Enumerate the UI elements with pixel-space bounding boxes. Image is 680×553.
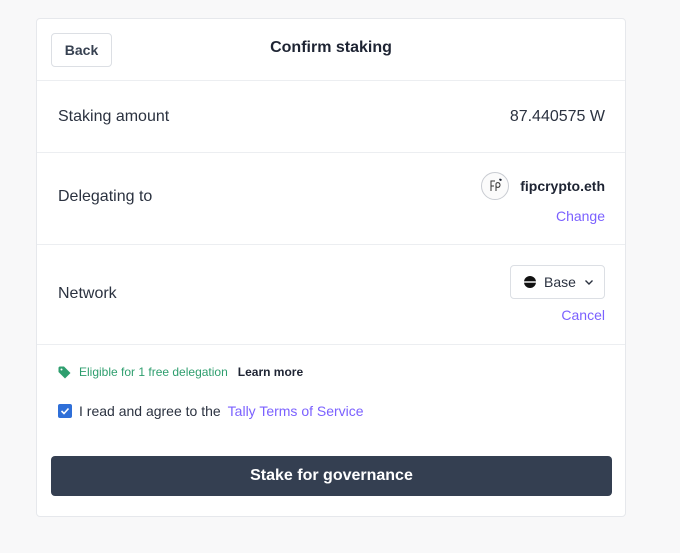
staking-amount-row: Staking amount 87.440575 W xyxy=(37,81,625,153)
cancel-network-link[interactable]: Cancel xyxy=(561,307,605,323)
change-delegate-link[interactable]: Change xyxy=(556,208,605,224)
delegate-avatar xyxy=(481,172,509,200)
network-select[interactable]: Base xyxy=(510,265,605,299)
network-selected-value: Base xyxy=(544,274,576,290)
chevron-down-icon xyxy=(584,280,593,285)
network-label: Network xyxy=(58,285,117,302)
learn-more-link[interactable]: Learn more xyxy=(238,365,303,379)
fip-avatar-with-bird-icon xyxy=(490,178,502,191)
staking-amount-value: 87.440575 W xyxy=(509,108,605,125)
base-logo-icon xyxy=(524,276,536,288)
terms-agreement: I read and agree to the Tally Terms of S… xyxy=(58,403,364,419)
eligibility-text: Eligible for 1 free delegation xyxy=(79,365,228,379)
terms-prefix-text: I read and agree to the xyxy=(79,403,221,419)
terms-of-service-link[interactable]: Tally Terms of Service xyxy=(228,403,364,419)
staking-confirm-card: Back Confirm staking Staking amount 87.4… xyxy=(36,18,626,517)
staking-amount-label: Staking amount xyxy=(58,108,170,125)
card-header: Back Confirm staking xyxy=(37,19,625,81)
stake-for-governance-button[interactable]: Stake for governance xyxy=(51,456,612,496)
page-title: Confirm staking xyxy=(270,39,392,56)
delegate-row: Delegating to fipcrypto.eth Change xyxy=(37,153,625,245)
terms-checkbox[interactable] xyxy=(58,404,72,418)
delegate-name: fipcrypto.eth xyxy=(520,178,605,194)
tag-icon xyxy=(58,366,71,378)
checkmark-icon xyxy=(60,407,70,415)
network-row: Network Base Cancel xyxy=(37,245,625,345)
eligibility-notice: Eligible for 1 free delegation Learn mor… xyxy=(58,365,303,379)
delegate-label: Delegating to xyxy=(58,188,153,205)
